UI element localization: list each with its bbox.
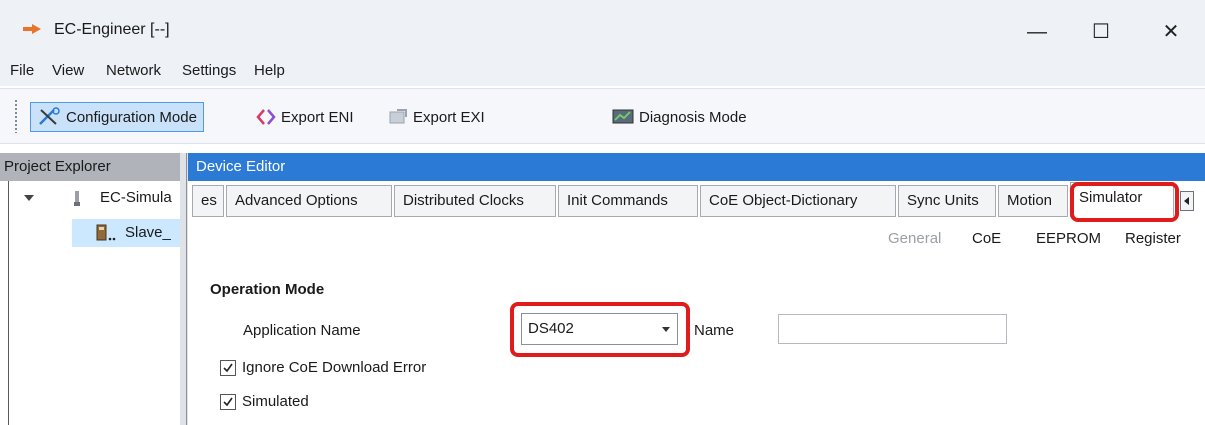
export-eni-icon [256,109,276,125]
simulated-checkbox[interactable] [220,393,236,410]
slave-device-icon [96,224,116,241]
operation-mode-title: Operation Mode [210,281,325,298]
minimize-button[interactable]: — [1014,12,1060,52]
tab-partial[interactable]: es [192,185,224,217]
simulator-tab-highlight [1070,182,1179,222]
tab-sync-units[interactable]: Sync Units [898,185,996,217]
application-select-highlight [510,302,690,357]
checkmark-icon [223,363,233,372]
export-eni-button[interactable]: Export ENI [256,102,354,132]
subnav-register[interactable]: Register [1125,230,1181,247]
project-explorer-header: Project Explorer [0,153,180,181]
maximize-button[interactable]: ☐ [1078,12,1124,52]
export-exi-icon [389,109,407,124]
ignore-coe-label: Ignore CoE Download Error [242,359,427,376]
menu-help[interactable]: Help [254,62,285,79]
tree-expand-icon[interactable] [24,195,34,201]
diagnosis-mode-label: Diagnosis Mode [639,108,747,126]
simulated-label: Simulated [242,393,309,410]
simulated-row[interactable]: Simulated [220,393,309,410]
subnav-general[interactable]: General [888,230,941,247]
splitter-line [186,153,187,425]
name-label: Name [694,322,735,339]
name-input[interactable] [778,314,1007,344]
ignore-coe-row[interactable]: Ignore CoE Download Error [220,359,426,376]
toolbar: Configuration Mode Export ENI Export EXI… [0,88,1205,144]
export-exi-label: Export EXI [413,108,485,126]
toolbar-grip[interactable] [14,99,18,133]
menu-settings[interactable]: Settings [182,62,236,79]
panel-divider [8,181,9,425]
menu-view[interactable]: View [52,62,84,79]
ignore-coe-checkbox[interactable] [220,359,236,376]
tools-icon [39,107,60,125]
subnav-eeprom[interactable]: EEPROM [1036,230,1101,247]
tree-item-slave[interactable]: Slave_ [125,224,171,241]
device-editor-tabstrip: es Advanced Options Distributed Clocks I… [188,181,1205,221]
tab-scroll-left-icon[interactable] [1180,191,1194,211]
project-explorer-panel [0,181,180,425]
network-node-icon [74,191,80,206]
tab-coe-object-dictionary[interactable]: CoE Object-Dictionary [700,185,896,217]
configuration-mode-button[interactable]: Configuration Mode [30,102,204,132]
monitor-icon [612,109,634,124]
tree-item-simulation[interactable]: EC-Simula [100,189,172,206]
subnav-coe[interactable]: CoE [972,230,1001,247]
application-name-label: Application Name [243,322,361,339]
checkmark-icon [223,397,233,406]
close-button[interactable]: ✕ [1148,12,1194,52]
tab-advanced-options[interactable]: Advanced Options [226,185,392,217]
diagnosis-mode-button[interactable]: Diagnosis Mode [612,102,747,132]
device-editor-header: Device Editor [188,153,1205,181]
menu-network[interactable]: Network [106,62,161,79]
export-exi-button[interactable]: Export EXI [388,102,485,132]
title-bar: EC-Engineer [--] — ☐ ✕ [0,0,1205,58]
tab-init-commands[interactable]: Init Commands [558,185,698,217]
menu-file[interactable]: File [10,62,34,79]
window-title: EC-Engineer [--] [54,21,170,38]
configuration-mode-label: Configuration Mode [66,108,197,126]
menu-bar: File View Network Settings Help [0,58,1205,86]
export-eni-label: Export ENI [281,108,354,126]
tab-motion[interactable]: Motion [998,185,1068,217]
tab-distributed-clocks[interactable]: Distributed Clocks [394,185,556,217]
app-logo-icon [23,24,41,34]
